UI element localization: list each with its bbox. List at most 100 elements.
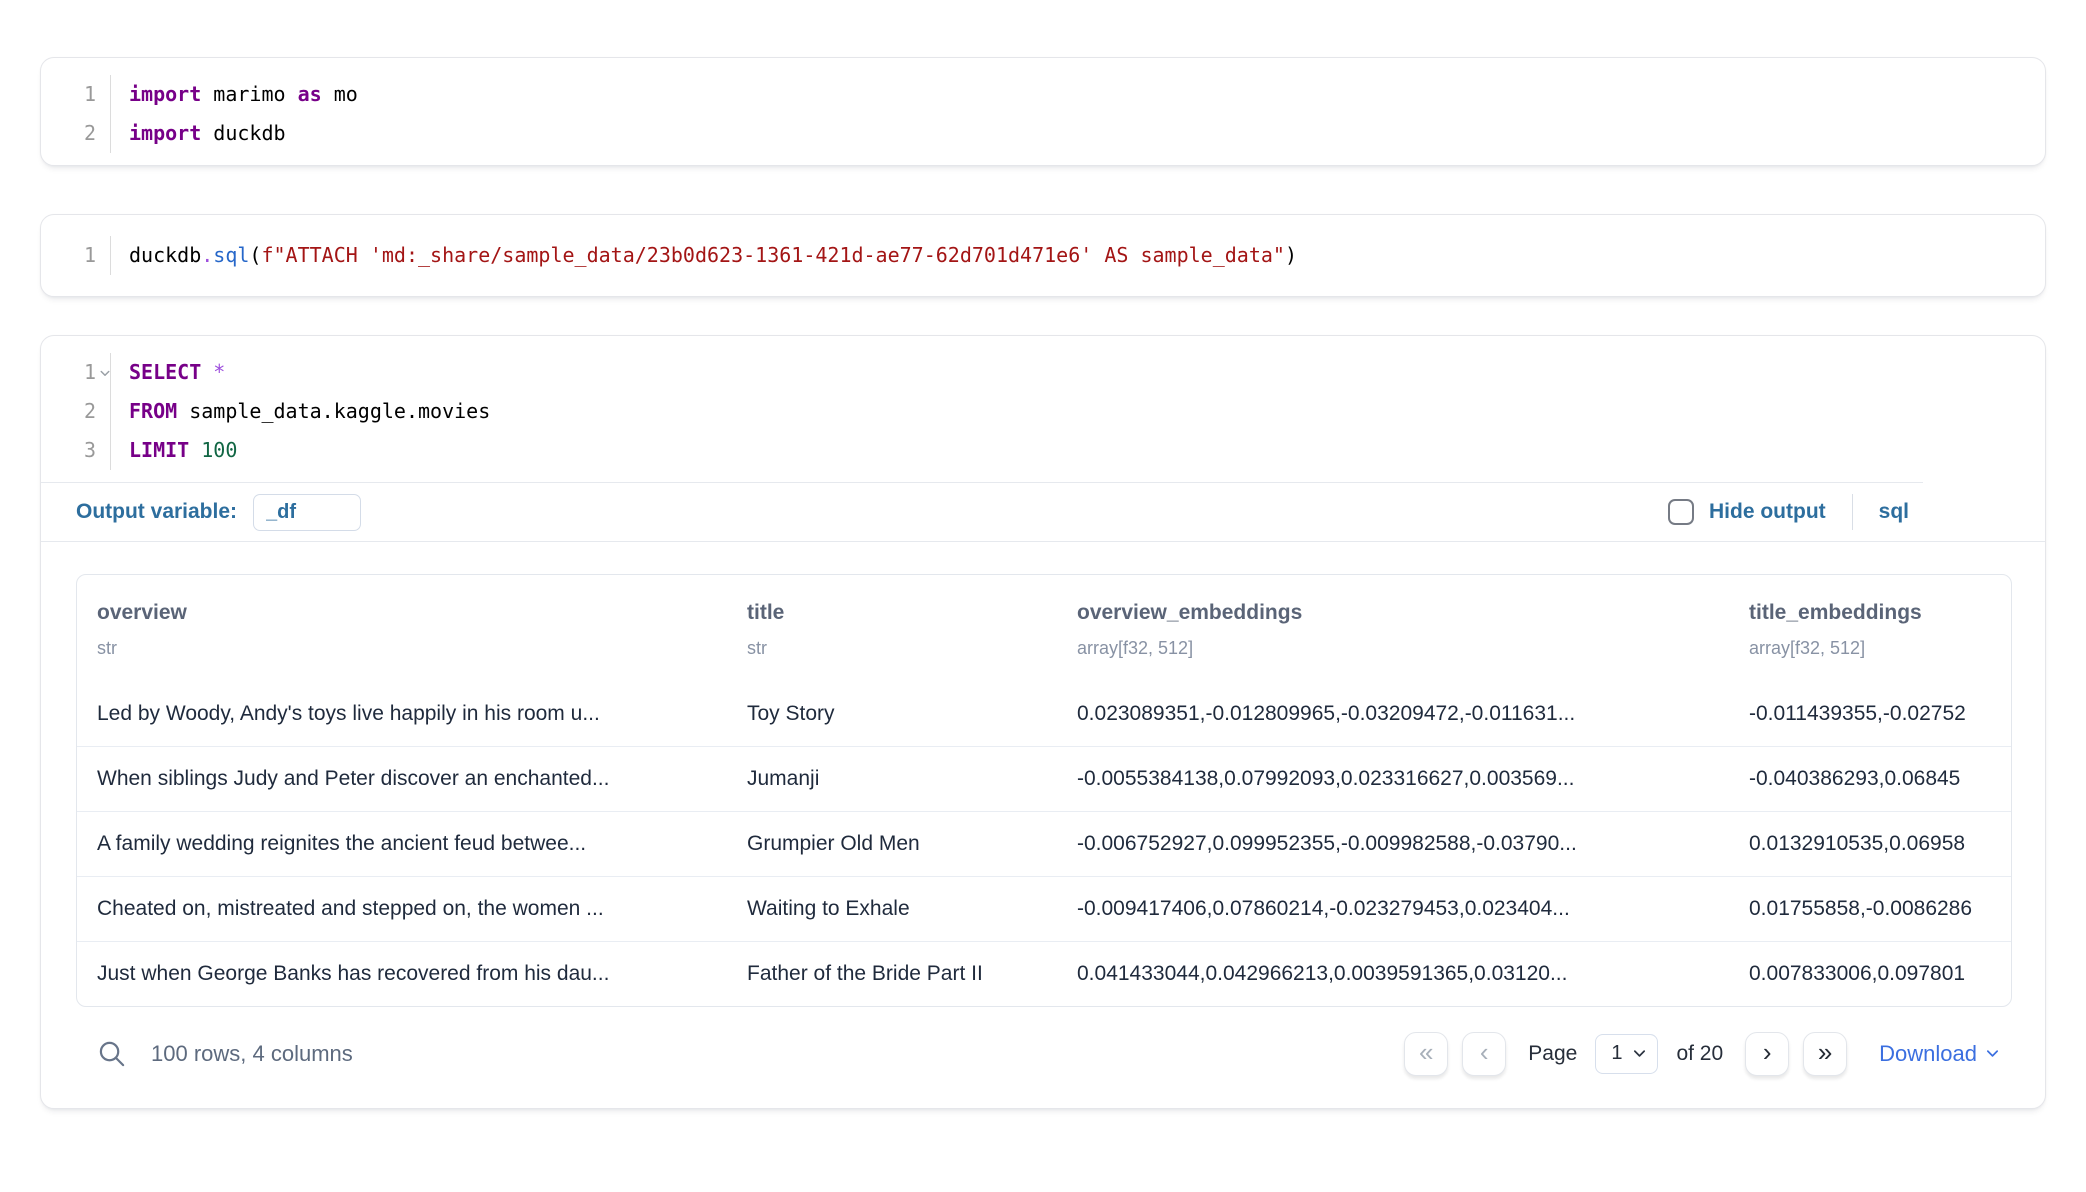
first-page-button[interactable]: « <box>1404 1032 1448 1076</box>
code-line: import duckdb <box>129 114 2045 153</box>
language-badge: sql <box>1879 500 1915 524</box>
table-cell: Waiting to Exhale <box>727 897 1057 921</box>
pagination: « ‹ Page 1 of 20 › » Download <box>1404 1032 2012 1076</box>
line-number-text: 1 <box>84 360 96 384</box>
code-line: SELECT * <box>129 353 2045 392</box>
line-number-gutter: 1 2 3 <box>41 353 111 470</box>
next-page-button[interactable]: › <box>1745 1032 1789 1076</box>
page-label: Page <box>1528 1042 1577 1066</box>
code-editor[interactable]: 1 2 3 SELECT * FROM sample_data.kaggle.m… <box>41 336 2045 482</box>
dataframe-table: overview str title str overview_embeddin… <box>76 574 2012 1007</box>
table-row[interactable]: A family wedding reignites the ancient f… <box>77 811 2011 876</box>
output-variable-input[interactable] <box>253 494 361 531</box>
table-cell: -0.0055384138,0.07992093,0.023316627,0.0… <box>1057 767 1729 791</box>
column-name: title <box>747 601 1037 625</box>
last-page-icon: » <box>1818 1039 1832 1065</box>
sql-toolbar-right: Hide output sql <box>1668 494 1915 530</box>
keyword-token: LIMIT <box>129 438 189 462</box>
column-header-title[interactable]: title str <box>727 601 1057 659</box>
table-row[interactable]: When siblings Judy and Peter discover an… <box>77 746 2011 811</box>
hide-output-checkbox[interactable] <box>1668 499 1694 525</box>
first-page-icon: « <box>1419 1039 1433 1065</box>
table-cell: A family wedding reignites the ancient f… <box>77 832 727 856</box>
code-token <box>189 438 201 462</box>
table-cell: -0.009417406,0.07860214,-0.023279453,0.0… <box>1057 897 1729 921</box>
sql-cell: 1 2 3 SELECT * FROM sample_data.kaggle.m… <box>40 335 2046 1109</box>
column-dtype: array[f32, 512] <box>1077 638 1709 659</box>
code-token: ) <box>1285 243 1297 267</box>
keyword-token: FROM <box>129 399 177 423</box>
fold-chevron-icon[interactable] <box>97 353 113 392</box>
column-name: overview <box>97 601 707 625</box>
code-content[interactable]: SELECT * FROM sample_data.kaggle.movies … <box>111 353 2045 470</box>
code-token: mo <box>322 82 358 106</box>
operator-token: . <box>201 243 213 267</box>
page-select[interactable]: 1 <box>1595 1034 1658 1074</box>
keyword-token: import <box>129 82 201 106</box>
download-button[interactable]: Download <box>1879 1041 2012 1067</box>
table-row[interactable]: Led by Woody, Andy's toys live happily i… <box>77 681 2011 746</box>
column-dtype: str <box>97 638 707 659</box>
code-token: ( <box>249 243 261 267</box>
last-page-button[interactable]: » <box>1803 1032 1847 1076</box>
table-cell: Jumanji <box>727 767 1057 791</box>
hide-output-label: Hide output <box>1709 500 1826 524</box>
prev-page-button[interactable]: ‹ <box>1462 1032 1506 1076</box>
page-select-value: 1 <box>1611 1042 1622 1065</box>
column-header-overview-embeddings[interactable]: overview_embeddings array[f32, 512] <box>1057 601 1729 659</box>
code-token <box>201 360 213 384</box>
code-editor[interactable]: 1 duckdb.sql(f"ATTACH 'md:_share/sample_… <box>41 215 2045 296</box>
column-header-title-embeddings[interactable]: title_embeddings array[f32, 512] <box>1729 601 2011 659</box>
table-cell: 0.0132910535,0.06958 <box>1729 832 2011 856</box>
column-dtype: str <box>747 638 1037 659</box>
code-token: sample_data.kaggle.movies <box>177 399 490 423</box>
table-cell: 0.023089351,-0.012809965,-0.03209472,-0.… <box>1057 702 1729 726</box>
code-content[interactable]: duckdb.sql(f"ATTACH 'md:_share/sample_da… <box>111 236 2045 275</box>
table-cell: -0.006752927,0.099952355,-0.009982588,-0… <box>1057 832 1729 856</box>
code-token: marimo <box>201 82 297 106</box>
cell-output: overview str title str overview_embeddin… <box>41 542 2045 1108</box>
table-cell: 0.01755858,-0.0086286 <box>1729 897 2011 921</box>
table-footer-left: 100 rows, 4 columns <box>96 1038 353 1069</box>
download-label: Download <box>1879 1041 1977 1067</box>
line-number-gutter: 1 <box>41 236 111 275</box>
output-variable-label: Output variable: <box>76 500 237 524</box>
column-name: title_embeddings <box>1749 601 1991 625</box>
table-cell: Father of the Bride Part II <box>727 962 1057 986</box>
notebook: 1 2 import marimo as mo import duckdb 1 … <box>0 0 2086 1109</box>
code-content[interactable]: import marimo as mo import duckdb <box>111 75 2045 153</box>
code-line: duckdb.sql(f"ATTACH 'md:_share/sample_da… <box>129 236 2045 275</box>
line-number: 1 <box>41 236 110 275</box>
code-editor[interactable]: 1 2 import marimo as mo import duckdb <box>41 58 2045 165</box>
next-page-icon: › <box>1763 1039 1772 1065</box>
code-token: duckdb <box>201 121 285 145</box>
code-cell-imports: 1 2 import marimo as mo import duckdb <box>40 57 2046 166</box>
output-variable-group: Output variable: <box>76 494 361 531</box>
table-header-row: overview str title str overview_embeddin… <box>77 575 2011 681</box>
chevron-down-icon <box>1985 1046 2000 1061</box>
table-cell: -0.040386293,0.06845 <box>1729 767 2011 791</box>
column-header-overview[interactable]: overview str <box>77 601 727 659</box>
line-number: 2 <box>41 114 110 153</box>
keyword-token: as <box>298 82 322 106</box>
line-number: 1 <box>41 75 110 114</box>
column-dtype: array[f32, 512] <box>1749 638 1991 659</box>
table-row[interactable]: Cheated on, mistreated and stepped on, t… <box>77 876 2011 941</box>
code-cell-attach: 1 duckdb.sql(f"ATTACH 'md:_share/sample_… <box>40 214 2046 297</box>
line-number: 3 <box>41 431 110 470</box>
table-cell: -0.011439355,-0.02752 <box>1729 702 2011 726</box>
table-footer: 100 rows, 4 columns « ‹ Page 1 of 20 › »… <box>76 1007 2012 1108</box>
star-token: * <box>213 360 225 384</box>
row-count-summary: 100 rows, 4 columns <box>151 1041 353 1067</box>
table-row[interactable]: Just when George Banks has recovered fro… <box>77 941 2011 1006</box>
hide-output-toggle[interactable]: Hide output <box>1668 499 1826 525</box>
page-total-label: of 20 <box>1676 1042 1723 1066</box>
keyword-token: SELECT <box>129 360 201 384</box>
table-cell: Toy Story <box>727 702 1057 726</box>
table-cell: 0.007833006,0.097801 <box>1729 962 2011 986</box>
function-token: sql <box>213 243 249 267</box>
toolbar-separator <box>1852 494 1853 530</box>
table-cell: Grumpier Old Men <box>727 832 1057 856</box>
code-line: LIMIT 100 <box>129 431 2045 470</box>
search-icon[interactable] <box>96 1038 127 1069</box>
